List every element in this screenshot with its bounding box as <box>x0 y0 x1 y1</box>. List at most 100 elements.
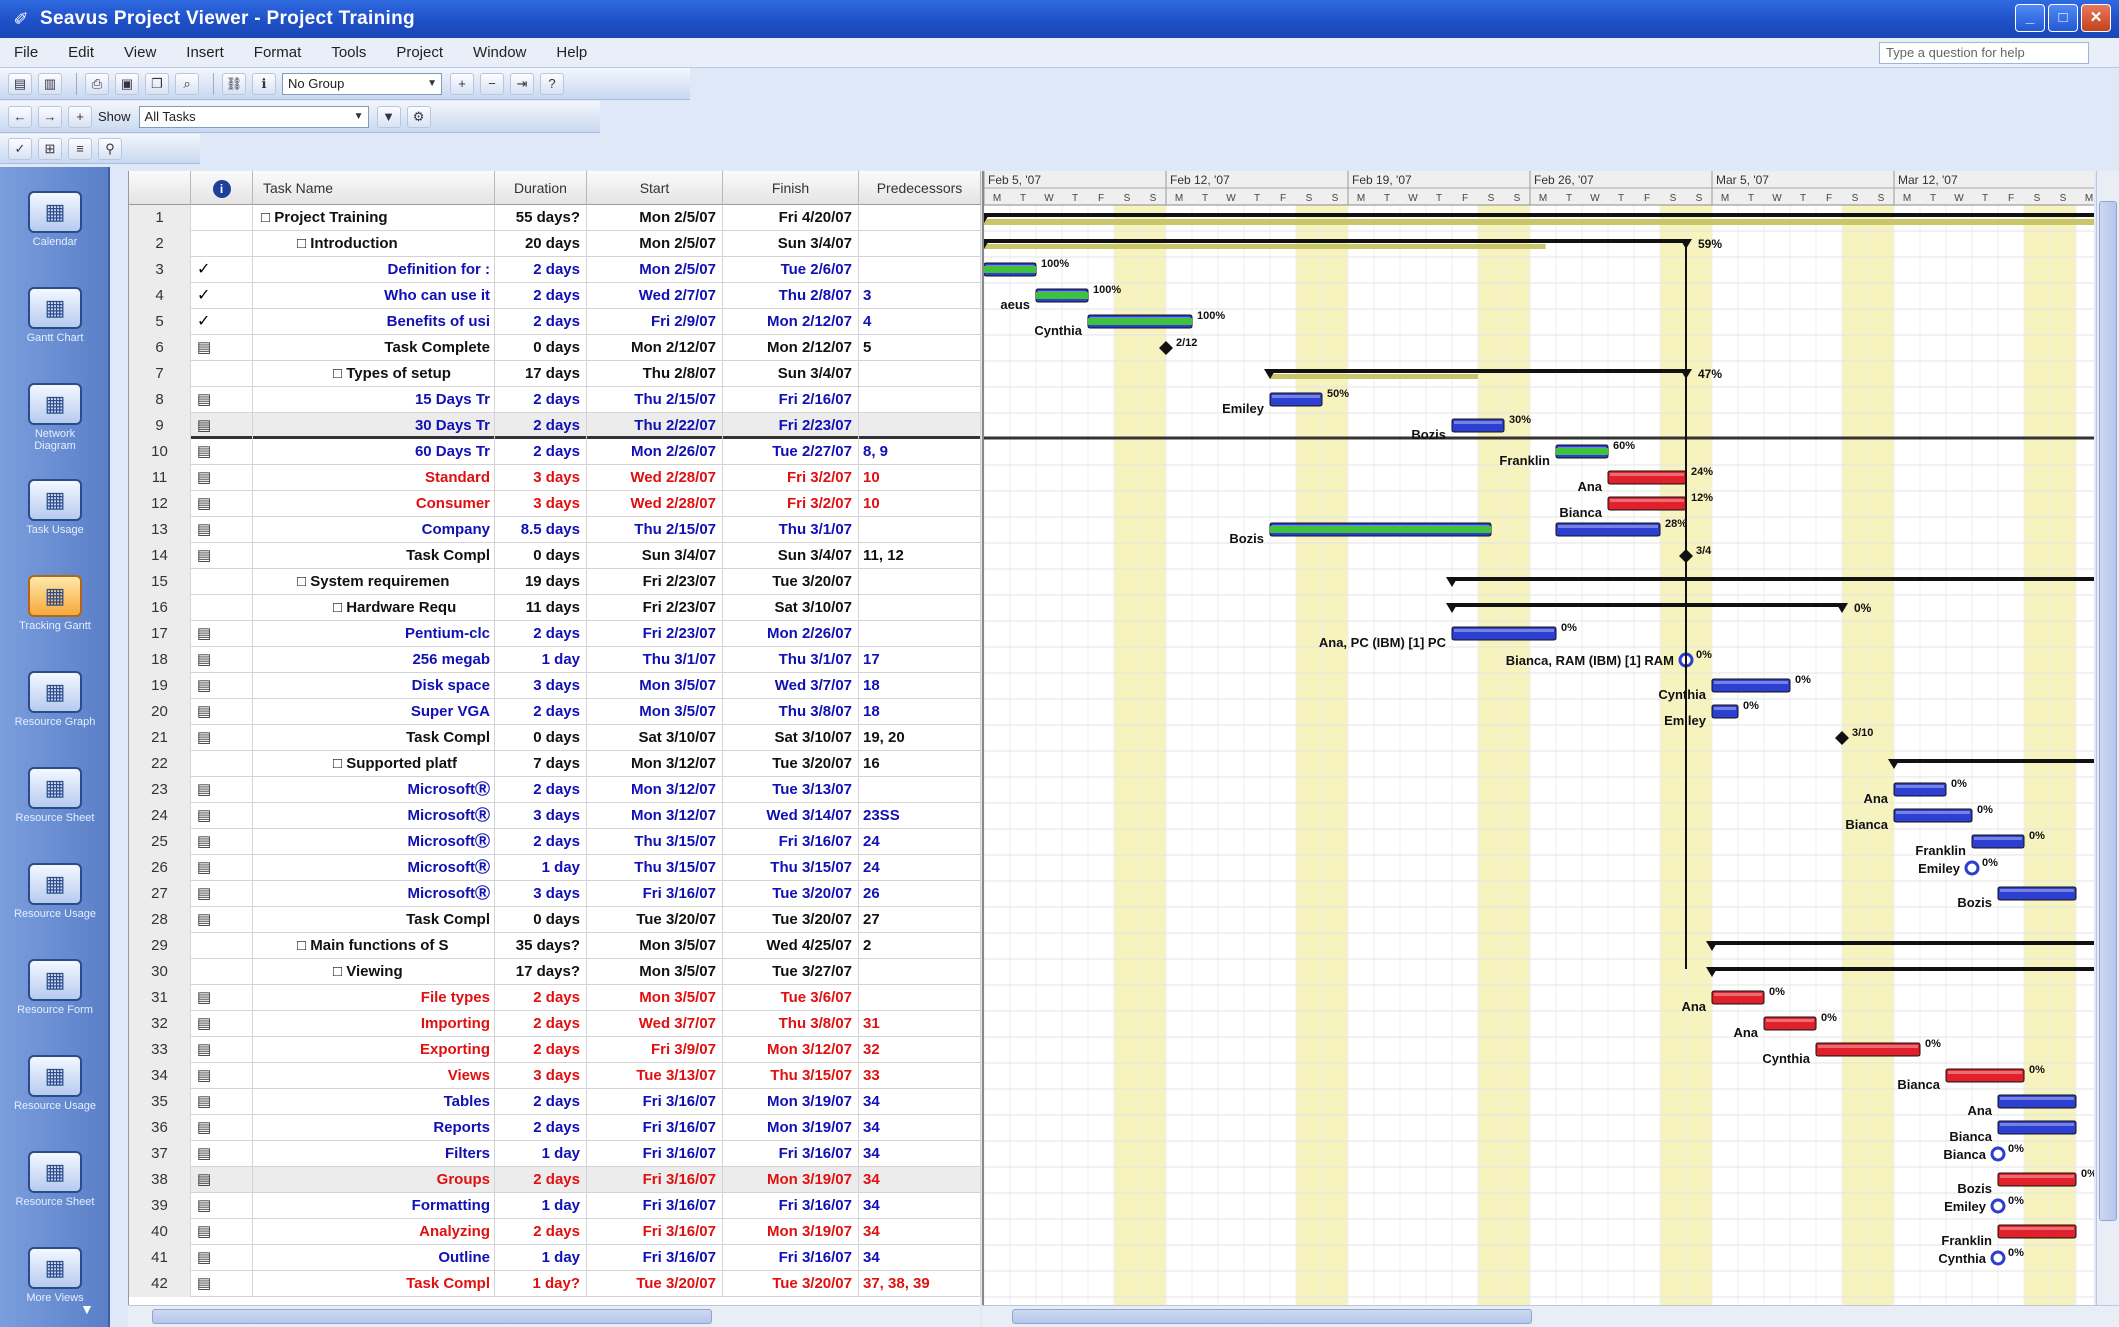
gantt-wizard-icon[interactable]: ⚙ <box>406 105 431 128</box>
header-predecessors[interactable]: Predecessors <box>859 171 981 205</box>
finish-date[interactable]: Sun 3/4/07 <box>723 361 859 387</box>
finish-date[interactable]: Mon 3/12/07 <box>723 1037 859 1063</box>
duration[interactable]: 0 days <box>495 725 587 751</box>
table-row[interactable]: 4 ✓ Who can use it 2 days Wed 2/7/07 Thu 2/8/… <box>129 283 981 309</box>
predecessors[interactable] <box>859 361 981 387</box>
predecessors[interactable]: 34 <box>859 1245 981 1271</box>
predecessors[interactable] <box>859 231 981 257</box>
table-row[interactable]: 6 ▤ Task Complete 0 days Mon 2/12/07 Mon 2/12… <box>129 335 981 361</box>
task-name[interactable]: Definition for : <box>253 257 495 283</box>
link-icon[interactable]: ⛓ <box>222 72 246 95</box>
duration[interactable]: 0 days <box>495 335 587 361</box>
start-date[interactable]: Fri 3/16/07 <box>587 1193 723 1219</box>
table-row[interactable]: 1 □ Project Training 55 days? Mon 2/5/07 Fri… <box>129 205 981 231</box>
duration[interactable]: 2 days <box>495 621 587 647</box>
row-id[interactable]: 13 <box>129 517 191 543</box>
row-id[interactable]: 11 <box>129 465 191 491</box>
row-id[interactable]: 4 <box>129 283 191 309</box>
duration[interactable]: 0 days <box>495 543 587 569</box>
table-row[interactable]: 20 ▤ Super VGA 2 days Mon 3/5/07 Thu 3/8/07 18 <box>129 699 981 725</box>
start-date[interactable]: Sun 3/4/07 <box>587 543 723 569</box>
start-date[interactable]: Mon 3/5/07 <box>587 933 723 959</box>
header-duration[interactable]: Duration <box>495 171 587 205</box>
start-date[interactable]: Mon 2/12/07 <box>587 335 723 361</box>
task-name[interactable]: Company <box>253 517 495 543</box>
predecessors[interactable]: 24 <box>859 829 981 855</box>
task-name[interactable]: Standard <box>253 465 495 491</box>
predecessors[interactable]: 34 <box>859 1089 981 1115</box>
table-row[interactable]: 42 ▤ Task Compl 1 day? Tue 3/20/07 Tue 3/20/0… <box>129 1271 981 1297</box>
finish-date[interactable]: Mon 3/19/07 <box>723 1115 859 1141</box>
duration[interactable]: 0 days <box>495 907 587 933</box>
task-name[interactable]: Views <box>253 1063 495 1089</box>
duration[interactable]: 1 day <box>495 1245 587 1271</box>
finish-date[interactable]: Sun 3/4/07 <box>723 231 859 257</box>
duration[interactable]: 55 days? <box>495 205 587 231</box>
row-id[interactable]: 39 <box>129 1193 191 1219</box>
table-row[interactable]: 26 ▤ MicrosoftⓇ 1 day Thu 3/15/07 Thu 3/15/07… <box>129 855 981 881</box>
row-id[interactable]: 18 <box>129 647 191 673</box>
table-scroll-thumb[interactable] <box>152 1309 712 1324</box>
row-id[interactable]: 38 <box>129 1167 191 1193</box>
start-date[interactable]: Fri 2/23/07 <box>587 621 723 647</box>
table-row[interactable]: 34 ▤ Views 3 days Tue 3/13/07 Thu 3/15/07 33 <box>129 1063 981 1089</box>
predecessors[interactable]: 27 <box>859 907 981 933</box>
predecessors[interactable] <box>859 621 981 647</box>
table-row[interactable]: 8 ▤ 15 Days Tr 2 days Thu 2/15/07 Fri 2/16/07 <box>129 387 981 413</box>
task-name[interactable]: □ Project Training <box>253 205 495 231</box>
row-id[interactable]: 7 <box>129 361 191 387</box>
task-name[interactable]: Reports <box>253 1115 495 1141</box>
task-name[interactable]: □ Main functions of S <box>253 933 495 959</box>
start-date[interactable]: Tue 3/13/07 <box>587 1063 723 1089</box>
duration[interactable]: 2 days <box>495 309 587 335</box>
row-id[interactable]: 20 <box>129 699 191 725</box>
menu-format[interactable]: Format <box>254 44 302 61</box>
menu-window[interactable]: Window <box>473 44 526 61</box>
row-id[interactable]: 14 <box>129 543 191 569</box>
table-row[interactable]: 21 ▤ Task Compl 0 days Sat 3/10/07 Sat 3/10/0… <box>129 725 981 751</box>
predecessors[interactable]: 8, 9 <box>859 439 981 465</box>
duration[interactable]: 2 days <box>495 777 587 803</box>
task-name[interactable]: 256 megab <box>253 647 495 673</box>
predecessors[interactable]: 10 <box>859 465 981 491</box>
start-date[interactable]: Mon 2/5/07 <box>587 231 723 257</box>
copy-icon[interactable]: ❐ <box>145 72 169 95</box>
table-row[interactable]: 25 ▤ MicrosoftⓇ 2 days Thu 3/15/07 Fri 3/16/0… <box>129 829 981 855</box>
start-date[interactable]: Thu 3/1/07 <box>587 647 723 673</box>
view-item-3[interactable]: ▦ Task Usage <box>14 475 96 557</box>
row-id[interactable]: 40 <box>129 1219 191 1245</box>
duration[interactable]: 2 days <box>495 1089 587 1115</box>
minimize-button[interactable]: _ <box>2015 4 2045 32</box>
table-row[interactable]: 33 ▤ Exporting 2 days Fri 3/9/07 Mon 3/12/07 3… <box>129 1037 981 1063</box>
table-row[interactable]: 5 ✓ Benefits of usi 2 days Fri 2/9/07 Mon 2/1… <box>129 309 981 335</box>
start-date[interactable]: Mon 3/12/07 <box>587 777 723 803</box>
task-name[interactable]: Analyzing <box>253 1219 495 1245</box>
predecessors[interactable]: 34 <box>859 1193 981 1219</box>
row-id[interactable]: 42 <box>129 1271 191 1297</box>
task-name[interactable]: Who can use it <box>253 283 495 309</box>
maximize-button[interactable]: □ <box>2048 4 2078 32</box>
folder-icon[interactable]: ▥ <box>38 72 62 95</box>
predecessors[interactable] <box>859 413 981 439</box>
task-name[interactable]: Formatting <box>253 1193 495 1219</box>
predecessors[interactable]: 5 <box>859 335 981 361</box>
duration[interactable]: 2 days <box>495 257 587 283</box>
finish-date[interactable]: Wed 3/7/07 <box>723 673 859 699</box>
row-id[interactable]: 5 <box>129 309 191 335</box>
header-finish[interactable]: Finish <box>723 171 859 205</box>
duration[interactable]: 1 day <box>495 855 587 881</box>
task-name[interactable]: Disk space <box>253 673 495 699</box>
duration[interactable]: 3 days <box>495 491 587 517</box>
predecessors[interactable]: 34 <box>859 1219 981 1245</box>
predecessors[interactable] <box>859 257 981 283</box>
predecessors[interactable]: 34 <box>859 1167 981 1193</box>
row-id[interactable]: 19 <box>129 673 191 699</box>
duration[interactable]: 2 days <box>495 439 587 465</box>
finish-date[interactable]: Tue 2/6/07 <box>723 257 859 283</box>
view-item-9[interactable]: ▦ Resource Usage <box>14 1051 96 1133</box>
menu-edit[interactable]: Edit <box>68 44 94 61</box>
start-date[interactable]: Wed 3/7/07 <box>587 1011 723 1037</box>
duration[interactable]: 1 day <box>495 1141 587 1167</box>
table-row[interactable]: 17 ▤ Pentium-clc 2 days Fri 2/23/07 Mon 2/26/… <box>129 621 981 647</box>
menu-help[interactable]: Help <box>556 44 587 61</box>
